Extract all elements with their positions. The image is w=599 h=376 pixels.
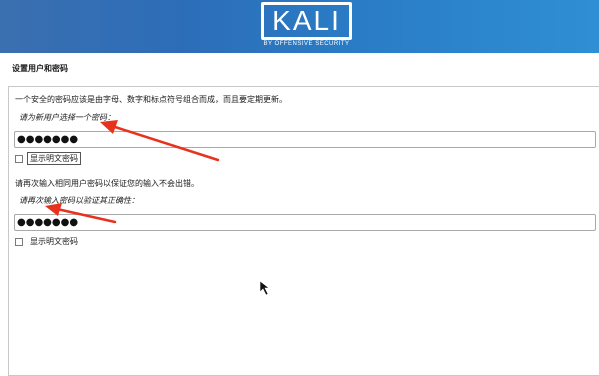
confirm-password-input[interactable]: ●●●●●●●	[14, 214, 596, 231]
password-description: 一个安全的密码应该是由字母、数字和标点符号组合而成，而且要定期更新。	[15, 95, 287, 104]
form-panel	[8, 86, 599, 376]
confirm-prompt: 请再次输入密码以验证其正确性：	[19, 196, 139, 205]
show-password-checkbox-1[interactable]	[15, 155, 23, 163]
password-prompt: 请为新用户选择一个密码：	[19, 113, 115, 122]
kali-logo-subtitle: BY OFFENSIVE SECURITY	[263, 41, 350, 47]
reenter-description: 请再次输入相同用户密码以保证您的输入不会出错。	[15, 179, 199, 188]
kali-banner: KALI BY OFFENSIVE SECURITY	[0, 0, 599, 53]
kali-logo: KALI	[261, 2, 352, 40]
show-password-label-2[interactable]: 显示明文密码	[30, 236, 78, 247]
confirm-password-value: ●●●●●●●	[17, 216, 79, 228]
password-input[interactable]: ●●●●●●●	[14, 131, 596, 148]
password-value: ●●●●●●●	[17, 133, 79, 145]
kali-logo-text: KALI	[272, 5, 341, 36]
show-password-checkbox-2[interactable]	[15, 238, 23, 246]
show-password-label-1[interactable]: 显示明文密码	[27, 152, 81, 165]
page-title: 设置用户和密码	[12, 64, 68, 73]
